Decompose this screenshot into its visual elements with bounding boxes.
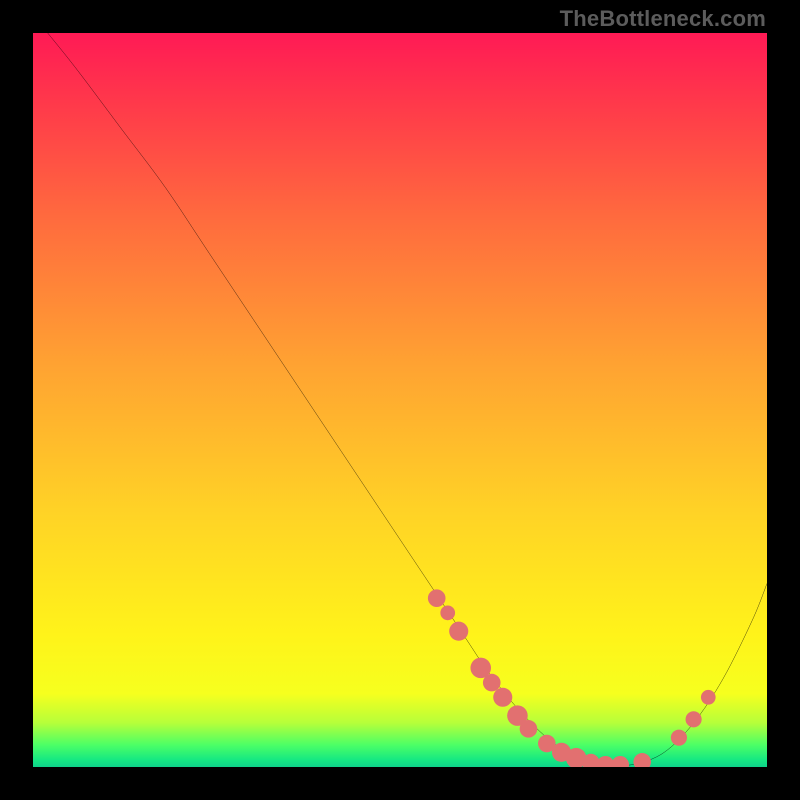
marker-right-2 (686, 711, 702, 727)
marker-left-2 (440, 606, 455, 621)
marker-left-8 (520, 720, 538, 738)
plot-area (33, 33, 767, 767)
marker-bottom-7 (633, 753, 651, 767)
chart-root: TheBottleneck.com (0, 0, 800, 800)
marker-left-5 (483, 674, 501, 692)
marker-right-3 (701, 690, 716, 705)
attribution-text: TheBottleneck.com (560, 6, 766, 32)
data-markers (428, 589, 716, 767)
curve-layer (33, 33, 767, 767)
marker-left-3 (449, 622, 468, 641)
marker-right-1 (671, 730, 687, 746)
marker-left-1 (428, 589, 446, 607)
bottleneck-curve (48, 33, 767, 766)
marker-bottom-6 (611, 756, 629, 767)
marker-left-6 (493, 688, 512, 707)
